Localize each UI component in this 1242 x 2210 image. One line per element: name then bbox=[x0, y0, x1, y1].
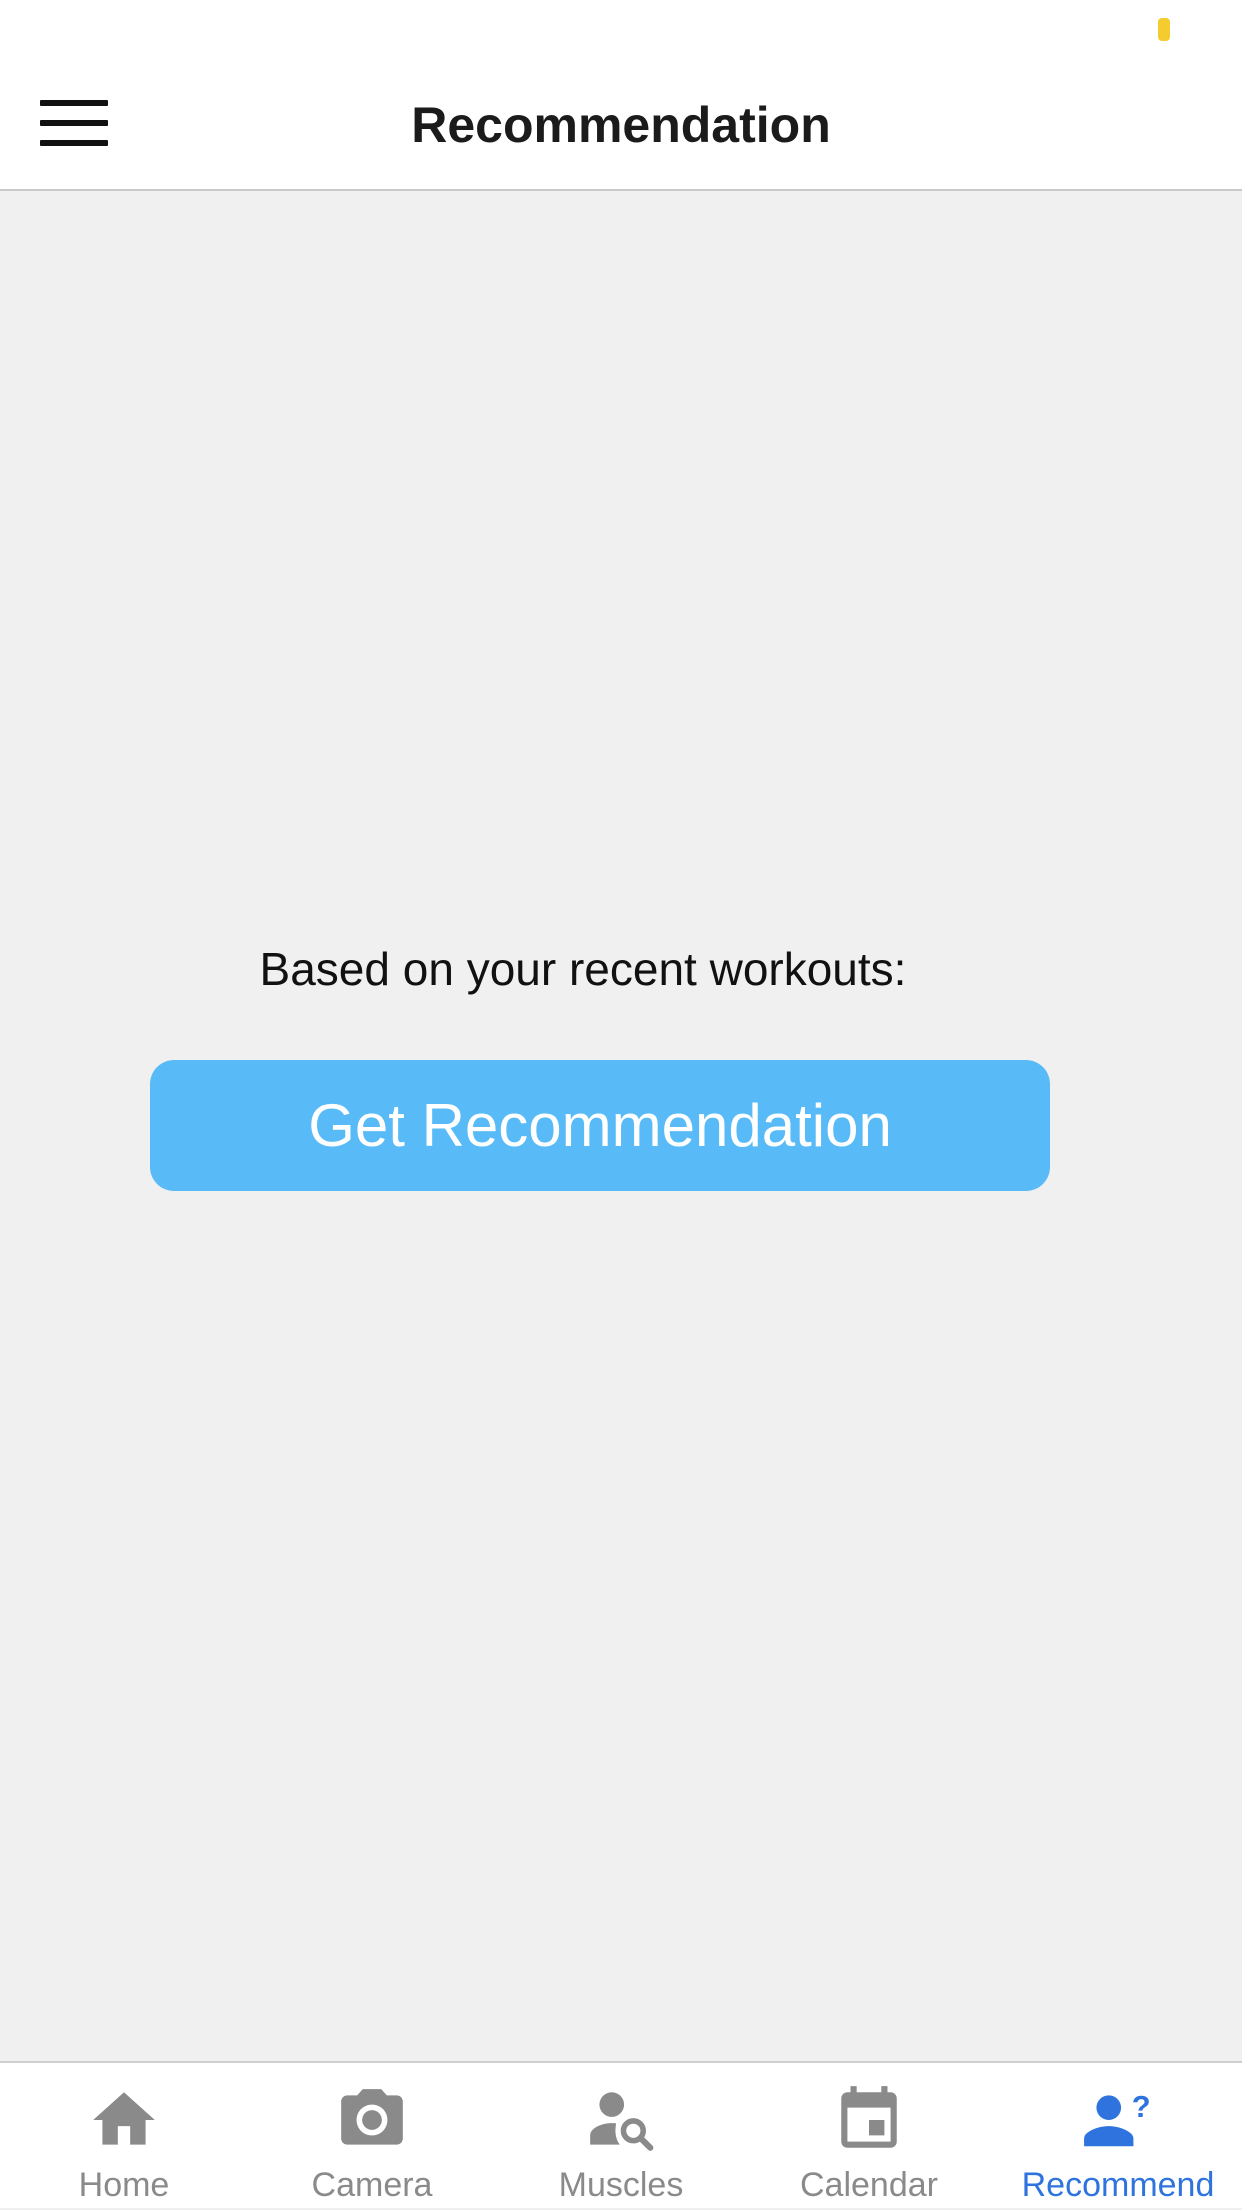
tab-home[interactable]: Home bbox=[0, 2063, 248, 2210]
bottom-tab-bar: Home Camera Muscles Calendar ? Recommend bbox=[0, 2061, 1242, 2208]
home-icon bbox=[93, 2092, 155, 2145]
tab-label: Muscles bbox=[558, 2166, 684, 2204]
tab-muscles[interactable]: Muscles bbox=[497, 2063, 745, 2210]
main-content: Based on your recent workouts: Get Recom… bbox=[0, 191, 1242, 2061]
app-header: Recommendation bbox=[0, 60, 1242, 191]
hamburger-menu-icon[interactable] bbox=[24, 88, 124, 158]
tab-label: Home bbox=[78, 2166, 170, 2204]
tab-label: Camera bbox=[311, 2166, 433, 2204]
page-title: Recommendation bbox=[411, 97, 831, 153]
status-bar bbox=[0, 0, 1242, 60]
calendar-icon bbox=[841, 2086, 897, 2148]
get-recommendation-button[interactable]: Get Recommendation bbox=[150, 1060, 1050, 1191]
tab-recommend[interactable]: ? Recommend bbox=[994, 2063, 1242, 2210]
camera-icon bbox=[341, 2089, 403, 2145]
tab-label: Calendar bbox=[800, 2166, 938, 2204]
tab-camera[interactable]: Camera bbox=[248, 2063, 496, 2210]
svg-text:?: ? bbox=[1132, 2089, 1151, 2124]
person-search-icon bbox=[590, 2092, 654, 2151]
tab-label: Recommend bbox=[1021, 2166, 1215, 2204]
person-question-icon: ? bbox=[1084, 2089, 1151, 2147]
battery-icon bbox=[1158, 18, 1170, 41]
tab-calendar[interactable]: Calendar bbox=[745, 2063, 993, 2210]
recommendation-prompt: Based on your recent workouts: bbox=[259, 943, 907, 995]
